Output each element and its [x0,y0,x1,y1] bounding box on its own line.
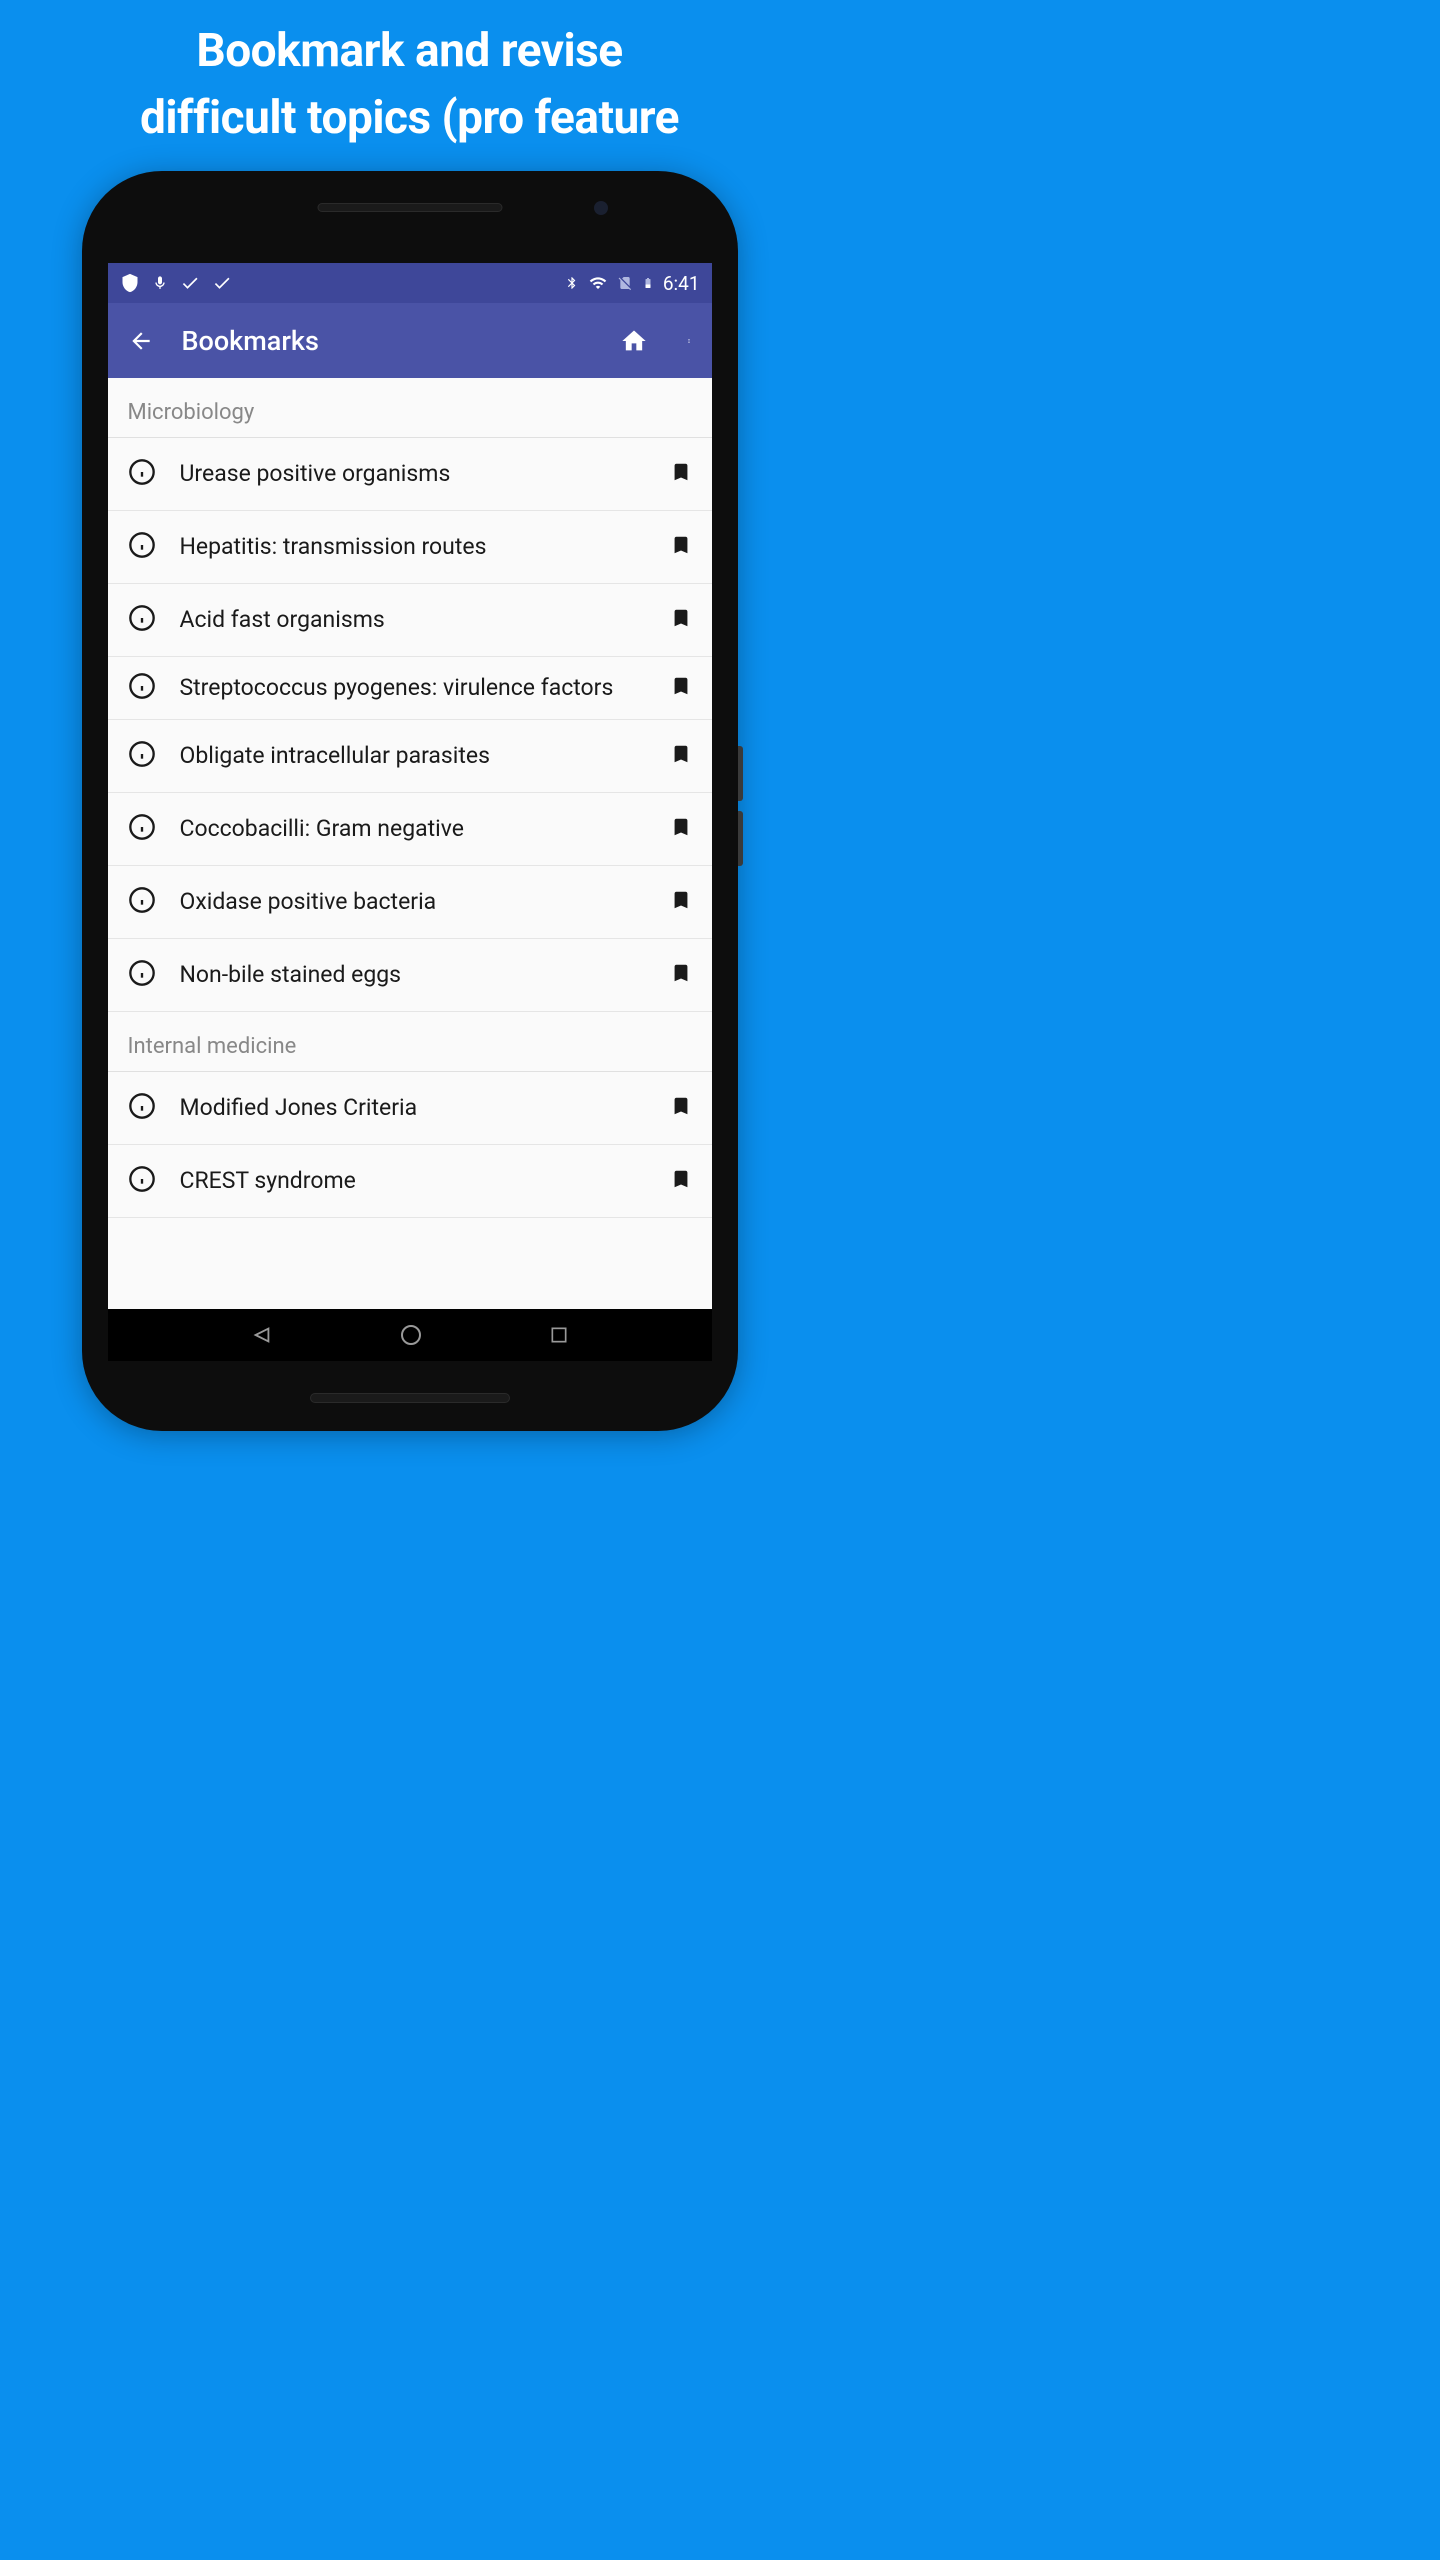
bookmark-icon[interactable] [670,886,692,918]
status-bar-left [120,273,232,293]
list-item[interactable]: CREST syndrome [108,1145,712,1218]
phone-camera [594,201,608,215]
bookmark-icon[interactable] [670,458,692,490]
status-bar-right: 6:41 [565,272,700,295]
section-header-microbiology: Microbiology [108,378,712,438]
list-item[interactable]: Obligate intracellular parasites [108,720,712,793]
more-button[interactable] [686,328,692,354]
phone-speaker-top [317,203,502,212]
info-icon[interactable] [128,672,156,704]
list-item-label: Urease positive organisms [180,459,646,489]
bookmark-icon[interactable] [670,813,692,845]
mic-icon [152,273,168,293]
info-icon[interactable] [128,604,156,636]
info-icon[interactable] [128,1092,156,1124]
navigation-bar [108,1309,712,1361]
app-bar: Bookmarks [108,303,712,378]
phone-side-button [738,746,743,801]
phone-speaker-bottom [310,1393,510,1403]
list-item[interactable]: Coccobacilli: Gram negative [108,793,712,866]
phone-screen: 6:41 Bookmarks Microbiology Ure [108,263,712,1361]
info-icon[interactable] [128,813,156,845]
no-sim-icon [617,273,633,293]
list-item[interactable]: Non-bile stained eggs [108,939,712,1012]
list-item[interactable]: Acid fast organisms [108,584,712,657]
status-bar: 6:41 [108,263,712,303]
bookmark-icon[interactable] [670,740,692,772]
list-item-label: Streptococcus pyogenes: virulence factor… [180,673,646,703]
list-item-label: Coccobacilli: Gram negative [180,814,646,844]
check-icon [180,273,200,293]
bookmark-icon[interactable] [670,1165,692,1197]
list-item[interactable]: Oxidase positive bacteria [108,866,712,939]
bookmark-icon[interactable] [670,1092,692,1124]
list-item-label: CREST syndrome [180,1166,646,1196]
back-button[interactable] [128,328,154,354]
phone-side-button [738,811,743,866]
list-item-label: Hepatitis: transmission routes [180,532,646,562]
wifi-icon [588,274,608,292]
bookmark-icon[interactable] [670,959,692,991]
info-icon[interactable] [128,740,156,772]
check-icon [212,273,232,293]
list-item-label: Obligate intracellular parasites [180,741,646,771]
bookmark-icon[interactable] [670,531,692,563]
app-bar-title: Bookmarks [182,325,592,357]
promo-heading: Bookmark and revise difficult topics (pr… [0,0,819,151]
list-item[interactable]: Streptococcus pyogenes: virulence factor… [108,657,712,720]
status-time: 6:41 [663,272,700,295]
info-icon[interactable] [128,458,156,490]
content-list[interactable]: Microbiology Urease positive organisms H… [108,378,712,1309]
info-icon[interactable] [128,531,156,563]
promo-line-2: difficult topics (pro feature [140,91,679,145]
nav-home-button[interactable] [399,1323,423,1347]
shield-icon [120,273,140,293]
nav-back-button[interactable] [251,1324,273,1346]
info-icon[interactable] [128,886,156,918]
battery-icon [642,273,654,293]
nav-recent-button[interactable] [549,1325,569,1345]
list-item-label: Non-bile stained eggs [180,960,646,990]
home-button[interactable] [620,327,648,355]
list-item[interactable]: Hepatitis: transmission routes [108,511,712,584]
list-item-label: Oxidase positive bacteria [180,887,646,917]
phone-mockup-frame: 6:41 Bookmarks Microbiology Ure [82,171,738,1431]
list-item-label: Acid fast organisms [180,605,646,635]
list-item[interactable]: Urease positive organisms [108,438,712,511]
info-icon[interactable] [128,959,156,991]
bookmark-icon[interactable] [670,604,692,636]
section-header-internal-medicine: Internal medicine [108,1012,712,1072]
bookmark-icon[interactable] [670,672,692,704]
list-item-label: Modified Jones Criteria [180,1093,646,1123]
list-item[interactable]: Modified Jones Criteria [108,1072,712,1145]
bluetooth-icon [565,273,579,293]
info-icon[interactable] [128,1165,156,1197]
promo-line-1: Bookmark and revise [196,24,622,78]
